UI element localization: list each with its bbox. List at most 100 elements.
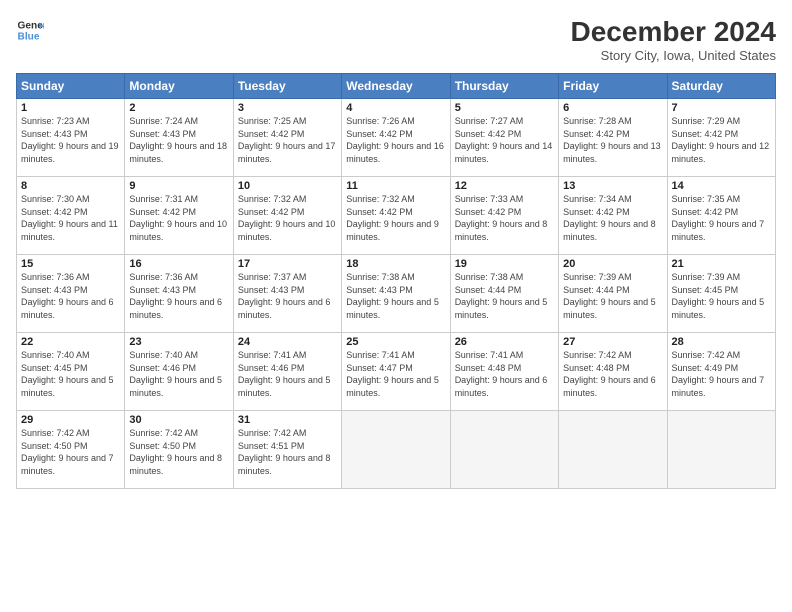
col-friday: Friday [559,74,667,99]
calendar-week-2: 8Sunrise: 7:30 AMSunset: 4:42 PMDaylight… [17,177,776,255]
day-number: 28 [672,336,771,348]
col-thursday: Thursday [450,74,558,99]
day-info: Sunrise: 7:26 AMSunset: 4:42 PMDaylight:… [346,115,445,165]
day-info: Sunrise: 7:42 AMSunset: 4:49 PMDaylight:… [672,349,771,399]
day-number: 22 [21,336,120,348]
col-tuesday: Tuesday [233,74,341,99]
day-number: 12 [455,180,554,192]
calendar-week-1: 1Sunrise: 7:23 AMSunset: 4:43 PMDaylight… [17,99,776,177]
day-info: Sunrise: 7:38 AMSunset: 4:44 PMDaylight:… [455,271,554,321]
table-row: 31Sunrise: 7:42 AMSunset: 4:51 PMDayligh… [233,411,341,489]
day-number: 5 [455,102,554,114]
day-number: 25 [346,336,445,348]
day-number: 13 [563,180,662,192]
day-info: Sunrise: 7:33 AMSunset: 4:42 PMDaylight:… [455,193,554,243]
table-row: 25Sunrise: 7:41 AMSunset: 4:47 PMDayligh… [342,333,450,411]
table-row [559,411,667,489]
day-info: Sunrise: 7:35 AMSunset: 4:42 PMDaylight:… [672,193,771,243]
day-number: 9 [129,180,228,192]
day-info: Sunrise: 7:39 AMSunset: 4:44 PMDaylight:… [563,271,662,321]
table-row: 3Sunrise: 7:25 AMSunset: 4:42 PMDaylight… [233,99,341,177]
day-number: 16 [129,258,228,270]
day-number: 31 [238,414,337,426]
col-saturday: Saturday [667,74,775,99]
table-row: 21Sunrise: 7:39 AMSunset: 4:45 PMDayligh… [667,255,775,333]
day-number: 30 [129,414,228,426]
day-number: 4 [346,102,445,114]
table-row: 27Sunrise: 7:42 AMSunset: 4:48 PMDayligh… [559,333,667,411]
table-row: 28Sunrise: 7:42 AMSunset: 4:49 PMDayligh… [667,333,775,411]
table-row: 2Sunrise: 7:24 AMSunset: 4:43 PMDaylight… [125,99,233,177]
day-info: Sunrise: 7:42 AMSunset: 4:50 PMDaylight:… [129,427,228,477]
day-info: Sunrise: 7:42 AMSunset: 4:51 PMDaylight:… [238,427,337,477]
location: Story City, Iowa, United States [571,48,776,63]
day-number: 23 [129,336,228,348]
day-info: Sunrise: 7:28 AMSunset: 4:42 PMDaylight:… [563,115,662,165]
day-info: Sunrise: 7:34 AMSunset: 4:42 PMDaylight:… [563,193,662,243]
day-info: Sunrise: 7:41 AMSunset: 4:47 PMDaylight:… [346,349,445,399]
table-row: 11Sunrise: 7:32 AMSunset: 4:42 PMDayligh… [342,177,450,255]
day-info: Sunrise: 7:40 AMSunset: 4:45 PMDaylight:… [21,349,120,399]
table-row: 12Sunrise: 7:33 AMSunset: 4:42 PMDayligh… [450,177,558,255]
day-info: Sunrise: 7:42 AMSunset: 4:48 PMDaylight:… [563,349,662,399]
col-wednesday: Wednesday [342,74,450,99]
table-row: 15Sunrise: 7:36 AMSunset: 4:43 PMDayligh… [17,255,125,333]
day-number: 8 [21,180,120,192]
table-row: 14Sunrise: 7:35 AMSunset: 4:42 PMDayligh… [667,177,775,255]
day-info: Sunrise: 7:30 AMSunset: 4:42 PMDaylight:… [21,193,120,243]
table-row: 26Sunrise: 7:41 AMSunset: 4:48 PMDayligh… [450,333,558,411]
day-info: Sunrise: 7:32 AMSunset: 4:42 PMDaylight:… [346,193,445,243]
day-number: 11 [346,180,445,192]
table-row: 24Sunrise: 7:41 AMSunset: 4:46 PMDayligh… [233,333,341,411]
svg-text:Blue: Blue [18,31,40,42]
day-number: 1 [21,102,120,114]
table-row: 22Sunrise: 7:40 AMSunset: 4:45 PMDayligh… [17,333,125,411]
day-number: 24 [238,336,337,348]
title-block: December 2024 Story City, Iowa, United S… [571,16,776,63]
table-row [667,411,775,489]
table-row: 19Sunrise: 7:38 AMSunset: 4:44 PMDayligh… [450,255,558,333]
table-row: 7Sunrise: 7:29 AMSunset: 4:42 PMDaylight… [667,99,775,177]
day-number: 21 [672,258,771,270]
day-info: Sunrise: 7:42 AMSunset: 4:50 PMDaylight:… [21,427,120,477]
month-title: December 2024 [571,16,776,48]
table-row: 10Sunrise: 7:32 AMSunset: 4:42 PMDayligh… [233,177,341,255]
day-info: Sunrise: 7:24 AMSunset: 4:43 PMDaylight:… [129,115,228,165]
table-row: 4Sunrise: 7:26 AMSunset: 4:42 PMDaylight… [342,99,450,177]
calendar-week-3: 15Sunrise: 7:36 AMSunset: 4:43 PMDayligh… [17,255,776,333]
day-number: 6 [563,102,662,114]
table-row: 29Sunrise: 7:42 AMSunset: 4:50 PMDayligh… [17,411,125,489]
day-number: 19 [455,258,554,270]
day-number: 14 [672,180,771,192]
day-number: 17 [238,258,337,270]
day-number: 26 [455,336,554,348]
table-row: 16Sunrise: 7:36 AMSunset: 4:43 PMDayligh… [125,255,233,333]
table-row: 6Sunrise: 7:28 AMSunset: 4:42 PMDaylight… [559,99,667,177]
calendar-week-4: 22Sunrise: 7:40 AMSunset: 4:45 PMDayligh… [17,333,776,411]
col-monday: Monday [125,74,233,99]
day-info: Sunrise: 7:31 AMSunset: 4:42 PMDaylight:… [129,193,228,243]
table-row: 20Sunrise: 7:39 AMSunset: 4:44 PMDayligh… [559,255,667,333]
day-info: Sunrise: 7:25 AMSunset: 4:42 PMDaylight:… [238,115,337,165]
logo: General Blue [16,16,44,44]
table-row [342,411,450,489]
table-row: 13Sunrise: 7:34 AMSunset: 4:42 PMDayligh… [559,177,667,255]
day-number: 27 [563,336,662,348]
table-row [450,411,558,489]
day-info: Sunrise: 7:41 AMSunset: 4:46 PMDaylight:… [238,349,337,399]
table-row: 23Sunrise: 7:40 AMSunset: 4:46 PMDayligh… [125,333,233,411]
day-number: 29 [21,414,120,426]
table-row: 9Sunrise: 7:31 AMSunset: 4:42 PMDaylight… [125,177,233,255]
day-info: Sunrise: 7:37 AMSunset: 4:43 PMDaylight:… [238,271,337,321]
page: General Blue December 2024 Story City, I… [0,0,792,612]
col-sunday: Sunday [17,74,125,99]
day-info: Sunrise: 7:32 AMSunset: 4:42 PMDaylight:… [238,193,337,243]
calendar-body: 1Sunrise: 7:23 AMSunset: 4:43 PMDaylight… [17,99,776,489]
day-number: 2 [129,102,228,114]
header: General Blue December 2024 Story City, I… [16,16,776,63]
day-info: Sunrise: 7:36 AMSunset: 4:43 PMDaylight:… [129,271,228,321]
day-info: Sunrise: 7:41 AMSunset: 4:48 PMDaylight:… [455,349,554,399]
day-info: Sunrise: 7:39 AMSunset: 4:45 PMDaylight:… [672,271,771,321]
table-row: 8Sunrise: 7:30 AMSunset: 4:42 PMDaylight… [17,177,125,255]
day-info: Sunrise: 7:27 AMSunset: 4:42 PMDaylight:… [455,115,554,165]
